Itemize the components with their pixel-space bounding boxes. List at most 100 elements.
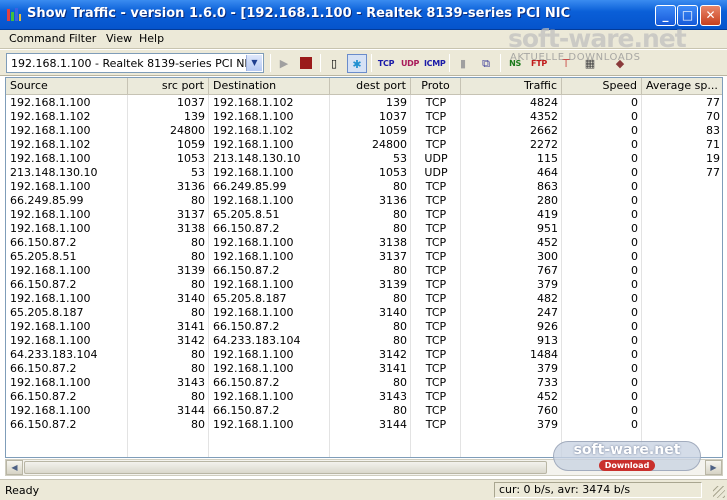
- minimize-button[interactable]: _: [655, 5, 676, 26]
- column-destination[interactable]: Destination: [209, 78, 330, 95]
- cell-average-speed: 19: [706, 152, 720, 165]
- cell-proto: TCP: [425, 110, 447, 123]
- cell-dest-port: 80: [393, 264, 407, 277]
- cell-proto: TCP: [425, 334, 447, 347]
- table-row[interactable]: 192.168.1.100 3143 66.150.87.2 80 TCP 733 0: [6, 376, 722, 390]
- cell-destination: 64.233.183.104: [213, 334, 301, 347]
- table-row[interactable]: 192.168.1.100 3141 66.150.87.2 80 TCP 926 0: [6, 320, 722, 334]
- table-row[interactable]: 192.168.1.100 3144 66.150.87.2 80 TCP 760 0: [6, 404, 722, 418]
- table-row[interactable]: 192.168.1.100 1053 213.148.130.10 53 UDP 115 0…: [6, 152, 722, 166]
- cell-src-port: 80: [191, 362, 205, 375]
- cell-destination: 192.168.1.100: [213, 236, 294, 249]
- cell-source: 192.168.1.102: [10, 138, 91, 151]
- column-traffic[interactable]: Traffic: [461, 78, 562, 95]
- column-dest-port[interactable]: dest port: [330, 78, 411, 95]
- column-source[interactable]: Source: [6, 78, 128, 95]
- table-row[interactable]: 66.150.87.2 80 192.168.1.100 3144 TCP 379 0: [6, 418, 722, 432]
- icmp-filter-button[interactable]: ICMP: [424, 54, 446, 73]
- windows-icon[interactable]: ⧉: [476, 54, 496, 73]
- column-speed[interactable]: Speed: [562, 78, 642, 95]
- cell-src-port: 3140: [177, 292, 205, 305]
- cell-proto: TCP: [425, 222, 447, 235]
- table-row[interactable]: 192.168.1.100 3142 64.233.183.104 80 TCP 913 0: [6, 334, 722, 348]
- cell-speed: 0: [631, 138, 638, 151]
- table-row[interactable]: 65.205.8.51 80 192.168.1.100 3137 TCP 300 0: [6, 250, 722, 264]
- scrollbar-thumb[interactable]: [24, 461, 547, 474]
- udp-filter-button[interactable]: UDP: [400, 54, 420, 73]
- cell-speed: 0: [631, 320, 638, 333]
- table-row[interactable]: 192.168.1.100 3137 65.205.8.51 80 TCP 419 0: [6, 208, 722, 222]
- cell-destination: 192.168.1.100: [213, 138, 294, 151]
- cell-destination: 192.168.1.100: [213, 194, 294, 207]
- cell-proto: TCP: [425, 418, 447, 431]
- cell-src-port: 80: [191, 250, 205, 263]
- table-row[interactable]: 66.150.87.2 80 192.168.1.100 3143 TCP 452 0: [6, 390, 722, 404]
- play-icon[interactable]: ▶: [274, 54, 294, 73]
- table-row[interactable]: 192.168.1.100 3139 66.150.87.2 80 TCP 767 0: [6, 264, 722, 278]
- table-row[interactable]: 66.150.87.2 80 192.168.1.100 3139 TCP 379 0: [6, 278, 722, 292]
- cell-source: 192.168.1.100: [10, 222, 91, 235]
- cell-source: 192.168.1.100: [10, 320, 91, 333]
- menu-view[interactable]: View: [106, 32, 132, 45]
- table-row[interactable]: 66.150.87.2 80 192.168.1.100 3138 TCP 452 0: [6, 236, 722, 250]
- table-row[interactable]: 66.150.87.2 80 192.168.1.100 3141 TCP 379 0: [6, 362, 722, 376]
- column-average-speed[interactable]: Average sp...: [642, 78, 722, 95]
- column-src-port[interactable]: src port: [128, 78, 209, 95]
- network-interface-select[interactable]: 192.168.1.100 - Realtek 8139-series PCI …: [6, 53, 264, 73]
- cell-speed: 0: [631, 208, 638, 221]
- close-button[interactable]: ✕: [700, 5, 721, 26]
- table-row[interactable]: 192.168.1.100 1037 192.168.1.102 139 TCP 4824…: [6, 96, 722, 110]
- cell-src-port: 1037: [177, 96, 205, 109]
- table-row[interactable]: 213.148.130.10 53 192.168.1.100 1053 UDP 464 0…: [6, 166, 722, 180]
- table-row[interactable]: 192.168.1.100 3138 66.150.87.2 80 TCP 951 0: [6, 222, 722, 236]
- maximize-button[interactable]: □: [677, 5, 698, 26]
- cell-source: 192.168.1.100: [10, 96, 91, 109]
- scroll-left-icon[interactable]: ◀: [6, 460, 23, 475]
- resize-grip-icon[interactable]: [713, 486, 725, 498]
- cell-destination: 192.168.1.100: [213, 250, 294, 263]
- cell-source: 64.233.183.104: [10, 348, 98, 361]
- bar-chart-icon[interactable]: ▮: [453, 54, 473, 73]
- cell-source: 192.168.1.102: [10, 110, 91, 123]
- cell-source: 65.205.8.187: [10, 306, 84, 319]
- menu-command[interactable]: Command: [9, 32, 66, 45]
- column-proto[interactable]: Proto: [411, 78, 461, 95]
- table-row[interactable]: 192.168.1.100 3136 66.249.85.99 80 TCP 863 0: [6, 180, 722, 194]
- cell-src-port: 24800: [170, 124, 205, 137]
- cell-src-port: 1059: [177, 138, 205, 151]
- table-row[interactable]: 192.168.1.100 24800 192.168.1.102 1059 TCP 26…: [6, 124, 722, 138]
- cell-proto: UDP: [424, 166, 448, 179]
- menu-help[interactable]: Help: [139, 32, 164, 45]
- table-row[interactable]: 64.233.183.104 80 192.168.1.100 3142 TCP 1484…: [6, 348, 722, 362]
- menu-filter[interactable]: Filter: [69, 32, 96, 45]
- toolbar-separator: [500, 54, 501, 72]
- tcp-filter-button[interactable]: TCP: [376, 54, 396, 73]
- table-header: Source src port Destination dest port Pr…: [6, 78, 722, 95]
- cell-average-speed: [642, 404, 722, 418]
- table-row[interactable]: 192.168.1.102 139 192.168.1.100 1037 TCP 4352…: [6, 110, 722, 124]
- snowflake-icon[interactable]: ✱: [347, 54, 367, 73]
- cell-destination: 213.148.130.10: [213, 152, 301, 165]
- table-row[interactable]: 65.205.8.187 80 192.168.1.100 3140 TCP 247 0: [6, 306, 722, 320]
- app-icon: [7, 8, 21, 21]
- cell-proto: TCP: [425, 362, 447, 375]
- cell-proto: TCP: [425, 194, 447, 207]
- scroll-right-icon[interactable]: ▶: [705, 460, 722, 475]
- cell-average-speed: 71: [706, 138, 720, 151]
- cell-average-speed: [642, 292, 722, 306]
- window-title: Show Traffic - version 1.6.0 - [192.168.…: [27, 6, 571, 21]
- new-document-icon[interactable]: ▯: [324, 54, 344, 73]
- table-row[interactable]: 66.249.85.99 80 192.168.1.100 3136 TCP 280 0: [6, 194, 722, 208]
- cell-average-speed: [642, 376, 722, 390]
- cell-dest-port: 3143: [379, 390, 407, 403]
- chevron-down-icon[interactable]: ▼: [246, 55, 262, 71]
- cell-speed: 0: [631, 96, 638, 109]
- cell-source: 192.168.1.100: [10, 334, 91, 347]
- cell-average-speed: 77: [706, 166, 720, 179]
- cell-speed: 0: [631, 306, 638, 319]
- table-row[interactable]: 192.168.1.102 1059 192.168.1.100 24800 TCP 22…: [6, 138, 722, 152]
- cell-dest-port: 3137: [379, 250, 407, 263]
- cell-traffic: 464: [537, 166, 558, 179]
- stop-button[interactable]: [296, 54, 316, 73]
- table-row[interactable]: 192.168.1.100 3140 65.205.8.187 80 TCP 482 0: [6, 292, 722, 306]
